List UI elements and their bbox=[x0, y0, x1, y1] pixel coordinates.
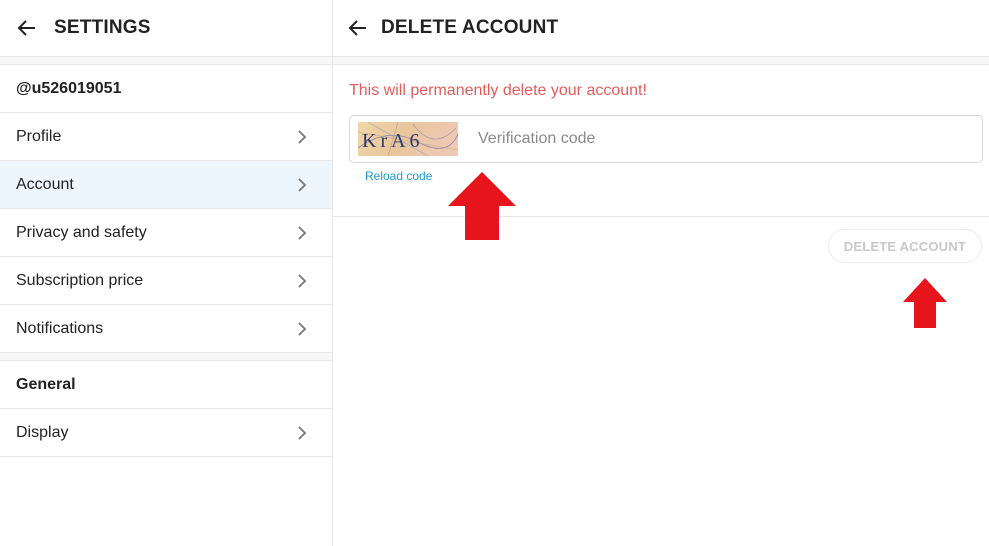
settings-item-label: Privacy and safety bbox=[16, 223, 147, 241]
general-section-label: General bbox=[0, 361, 332, 409]
settings-item-label: Account bbox=[16, 175, 74, 193]
captcha-text: KrA6 bbox=[362, 130, 424, 152]
section-divider bbox=[0, 353, 332, 361]
settings-title: SETTINGS bbox=[54, 17, 151, 38]
annotation-arrow-up-icon bbox=[448, 172, 516, 240]
delete-account-title: DELETE ACCOUNT bbox=[381, 17, 559, 38]
chevron-right-icon bbox=[292, 319, 312, 339]
verification-field: KrA6 bbox=[349, 115, 983, 163]
back-arrow-icon[interactable] bbox=[16, 17, 38, 39]
settings-item-account[interactable]: Account bbox=[0, 161, 332, 209]
annotation-arrow-up-icon bbox=[903, 278, 947, 328]
delete-actions: DELETE ACCOUNT bbox=[333, 217, 989, 277]
section-divider bbox=[0, 57, 332, 65]
delete-account-header: DELETE ACCOUNT bbox=[333, 0, 989, 57]
settings-item-privacy[interactable]: Privacy and safety bbox=[0, 209, 332, 257]
back-arrow-icon[interactable] bbox=[347, 17, 369, 39]
delete-account-button[interactable]: DELETE ACCOUNT bbox=[827, 229, 982, 263]
settings-item-label: Subscription price bbox=[16, 271, 144, 289]
delete-account-form: This will permanently delete your accoun… bbox=[333, 65, 989, 217]
settings-item-profile[interactable]: Profile bbox=[0, 113, 332, 161]
chevron-right-icon bbox=[292, 423, 312, 443]
reload-code-link[interactable]: Reload code bbox=[365, 169, 432, 183]
settings-item-label: Display bbox=[16, 423, 69, 441]
settings-panel: SETTINGS @u526019051 Profile Account Pri… bbox=[0, 0, 333, 546]
verification-code-input[interactable] bbox=[478, 130, 958, 148]
chevron-right-icon bbox=[292, 175, 312, 195]
settings-item-notifications[interactable]: Notifications bbox=[0, 305, 332, 353]
captcha-image: KrA6 bbox=[358, 122, 458, 156]
chevron-right-icon bbox=[292, 127, 312, 147]
delete-account-panel: DELETE ACCOUNT This will permanently del… bbox=[333, 0, 989, 546]
section-divider bbox=[333, 57, 989, 65]
chevron-right-icon bbox=[292, 271, 312, 291]
delete-warning-text: This will permanently delete your accoun… bbox=[349, 82, 647, 99]
settings-item-label: Notifications bbox=[16, 319, 104, 337]
settings-item-label: Profile bbox=[16, 127, 62, 145]
chevron-right-icon bbox=[292, 223, 312, 243]
settings-header: SETTINGS bbox=[0, 0, 332, 57]
username-label: @u526019051 bbox=[0, 65, 332, 113]
settings-item-display[interactable]: Display bbox=[0, 409, 332, 457]
settings-item-subscription-price[interactable]: Subscription price bbox=[0, 257, 332, 305]
